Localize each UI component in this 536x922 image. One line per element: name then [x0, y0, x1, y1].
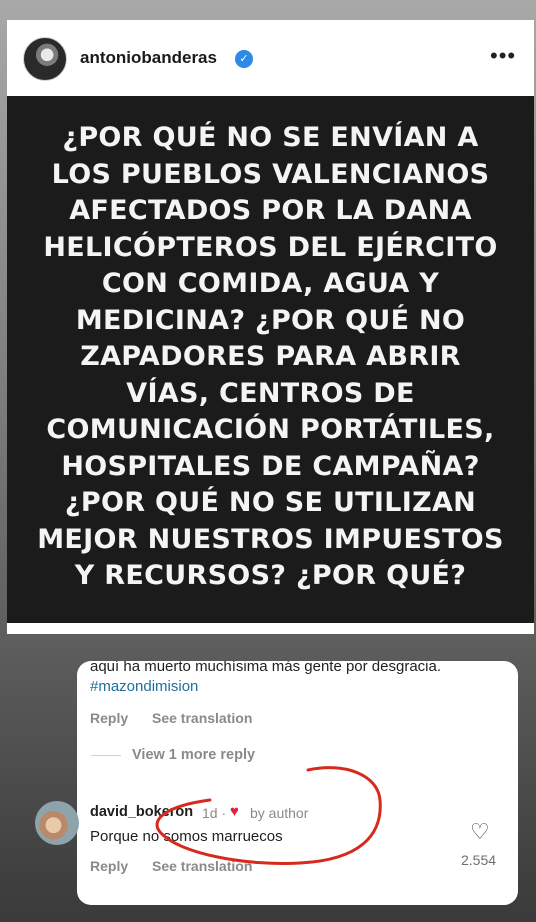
previous-comment-body: aquí ha muerto muchísima más gente por d…: [90, 661, 442, 675]
see-translation-link[interactable]: See translation: [152, 710, 252, 726]
post-image-text: ¿Por qué no se envían a los pueblos vale…: [37, 122, 504, 592]
verified-badge-icon: ✓: [235, 50, 253, 68]
hashtag-link[interactable]: #mazondimision: [90, 678, 198, 695]
post-username[interactable]: antoniobanderas: [80, 48, 217, 68]
see-translation-link-2[interactable]: See translation: [152, 858, 252, 874]
by-author-label: by author: [250, 805, 309, 821]
like-heart-icon[interactable]: ♡: [470, 819, 490, 845]
instagram-post: antoniobanderas ✓ ••• ¿Por qué no se env…: [7, 20, 534, 634]
reply-avatar[interactable]: [35, 801, 79, 845]
liked-by-author-heart-icon: ♥: [230, 803, 239, 820]
more-options-icon[interactable]: •••: [490, 45, 516, 67]
view-more-replies-link[interactable]: View 1 more reply: [132, 747, 255, 763]
like-count: 2.554: [461, 852, 497, 868]
previous-comment-text: aquí ha muerto muchísima más gente por d…: [90, 661, 518, 697]
reply-text: Porque no somos marruecos: [90, 828, 283, 845]
reply-button-2[interactable]: Reply: [90, 858, 128, 874]
reply-time: 1d ·: [202, 805, 227, 821]
profile-avatar[interactable]: [23, 37, 67, 81]
reply-username[interactable]: david_bokeron: [90, 804, 193, 820]
comments-panel: aquí ha muerto muchísima más gente por d…: [77, 661, 518, 905]
post-image[interactable]: ¿Por qué no se envían a los pueblos vale…: [7, 96, 534, 623]
post-header: antoniobanderas ✓ •••: [7, 20, 534, 96]
reply-button[interactable]: Reply: [90, 710, 128, 726]
replies-divider: [91, 755, 121, 756]
